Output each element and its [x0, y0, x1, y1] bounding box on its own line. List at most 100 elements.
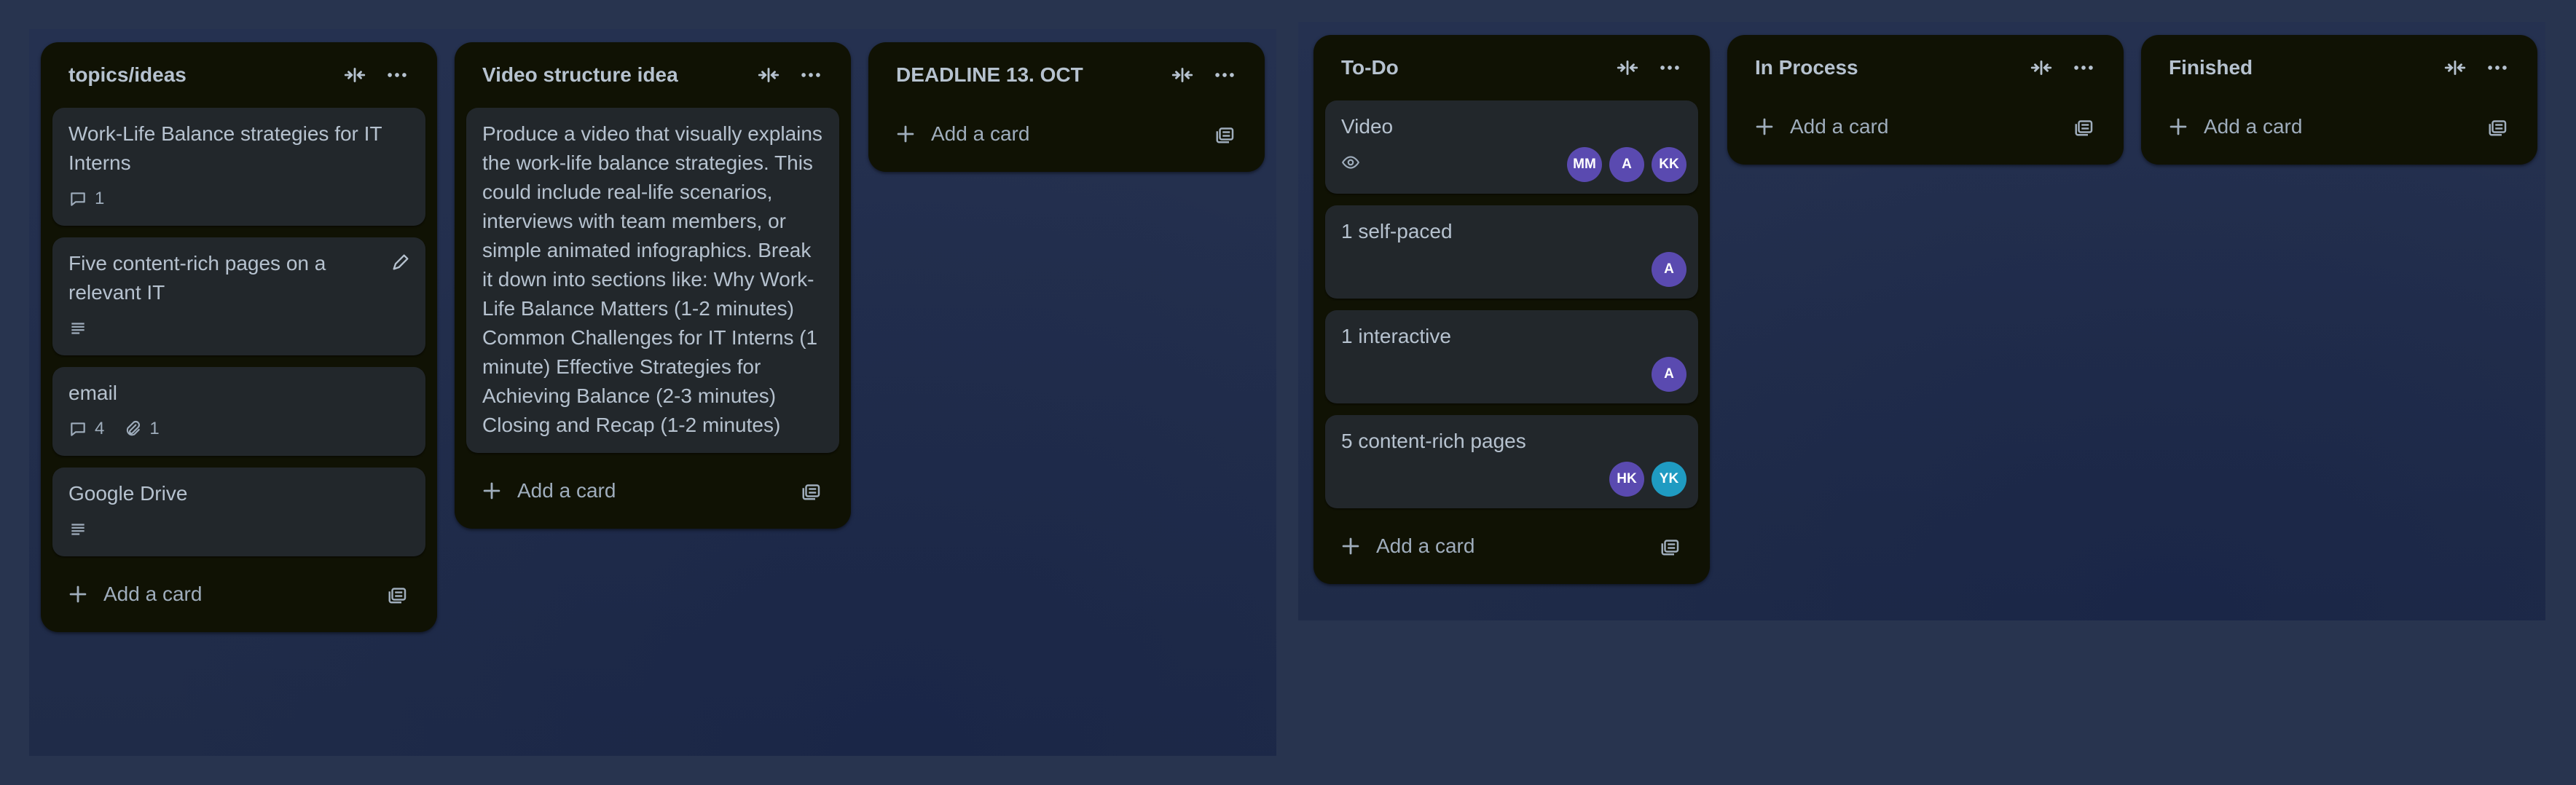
- more-options-icon[interactable]: [376, 54, 418, 96]
- list-video-structure-idea: Video structure idea Produce a video tha…: [455, 42, 851, 529]
- add-card-button[interactable]: Add a card: [1325, 520, 1698, 572]
- list-deadline: DEADLINE 13. OCT Add a card: [868, 42, 1265, 172]
- card-self-paced[interactable]: 1 self-paced A: [1325, 205, 1698, 299]
- card-five-content-pages[interactable]: Five content-rich pages on a relevant IT: [52, 237, 425, 355]
- list-header: In Process: [1739, 35, 2112, 100]
- add-card-label: Add a card: [517, 479, 616, 502]
- card-work-life-balance[interactable]: Work-Life Balance strategies for IT Inte…: [52, 108, 425, 226]
- collapse-icon[interactable]: [1606, 47, 1649, 89]
- list-title[interactable]: In Process: [1755, 56, 2020, 79]
- list-header: DEADLINE 13. OCT: [880, 42, 1253, 108]
- paperclip-icon: [127, 420, 141, 436]
- more-options-icon[interactable]: [2476, 47, 2518, 89]
- pencil-icon[interactable]: [390, 252, 411, 272]
- watch-badge: [1341, 153, 1360, 172]
- card-members: HK YK: [1609, 462, 1686, 497]
- description-icon: [71, 323, 85, 334]
- add-card-label: Add a card: [2204, 115, 2303, 138]
- card-title: 1 self-paced: [1341, 220, 1453, 242]
- list-title[interactable]: To-Do: [1341, 56, 1606, 79]
- more-options-icon[interactable]: [790, 54, 832, 96]
- card-title: 5 content-rich pages: [1341, 430, 1526, 452]
- card-members: MM A KK: [1567, 147, 1686, 182]
- card-members: A: [1652, 252, 1686, 287]
- card-title: Five content-rich pages on a relevant IT: [68, 252, 326, 304]
- description-badge: [68, 520, 87, 539]
- card-email[interactable]: email 4 1: [52, 367, 425, 456]
- add-card-label: Add a card: [103, 583, 203, 605]
- comment-icon: [71, 192, 85, 206]
- avatar[interactable]: A: [1609, 147, 1644, 182]
- card-video[interactable]: Video MM A KK: [1325, 100, 1698, 194]
- list-header: Finished: [2153, 35, 2526, 100]
- card-template-icon[interactable]: [376, 572, 420, 616]
- collapse-icon[interactable]: [2434, 47, 2476, 89]
- card-template-icon[interactable]: [2476, 105, 2520, 149]
- comment-badge: 4: [68, 419, 104, 439]
- eye-icon: [1341, 156, 1360, 169]
- plus-icon: [69, 585, 87, 603]
- list-header: topics/ideas: [52, 42, 425, 108]
- plus-icon: [897, 125, 914, 143]
- description-icon: [71, 524, 85, 535]
- more-options-icon[interactable]: [1649, 47, 1691, 89]
- card-template-icon[interactable]: [790, 469, 833, 513]
- card-members: A: [1652, 357, 1686, 392]
- plus-icon: [483, 482, 500, 500]
- card-badges: 4 1: [68, 415, 409, 443]
- avatar[interactable]: KK: [1652, 147, 1686, 182]
- list-to-do: To-Do Video MM A KK 1 self-paced A 1 int…: [1313, 35, 1710, 584]
- description-badge: [68, 319, 87, 338]
- add-card-label: Add a card: [1790, 115, 1889, 138]
- card-title: 1 interactive: [1341, 325, 1451, 347]
- card-badges: [68, 516, 409, 543]
- card-title: Work-Life Balance strategies for IT Inte…: [68, 122, 382, 174]
- list-title[interactable]: topics/ideas: [68, 63, 334, 87]
- plus-icon: [1756, 118, 1773, 135]
- card-interactive[interactable]: 1 interactive A: [1325, 310, 1698, 403]
- card-google-drive[interactable]: Google Drive: [52, 468, 425, 556]
- list-finished: Finished Add a card: [2141, 35, 2537, 165]
- card-template-icon[interactable]: [1203, 112, 1247, 156]
- comment-icon: [71, 422, 85, 436]
- collapse-icon[interactable]: [2020, 47, 2062, 89]
- list-header: Video structure idea: [466, 42, 839, 108]
- card-template-icon[interactable]: [1649, 524, 1692, 568]
- attachment-badge: 1: [123, 419, 160, 439]
- card-template-icon[interactable]: [2062, 105, 2106, 149]
- list-in-process: In Process Add a card: [1727, 35, 2124, 165]
- add-card-button[interactable]: Add a card: [466, 465, 839, 517]
- attachment-count: 1: [149, 419, 160, 438]
- list-title[interactable]: Finished: [2169, 56, 2434, 79]
- list-header: To-Do: [1325, 35, 1698, 100]
- collapse-icon[interactable]: [747, 54, 790, 96]
- add-card-button[interactable]: Add a card: [880, 108, 1253, 160]
- card-content-rich-pages[interactable]: 5 content-rich pages HK YK: [1325, 415, 1698, 508]
- card-title: Google Drive: [68, 482, 188, 505]
- list-topics-ideas: topics/ideas Work-Life Balance strategie…: [41, 42, 437, 632]
- add-card-label: Add a card: [1376, 534, 1475, 557]
- more-options-icon[interactable]: [1203, 54, 1246, 96]
- comment-count: 4: [95, 419, 105, 438]
- avatar[interactable]: YK: [1652, 462, 1686, 497]
- avatar[interactable]: A: [1652, 252, 1686, 287]
- list-title[interactable]: DEADLINE 13. OCT: [896, 63, 1161, 87]
- avatar[interactable]: A: [1652, 357, 1686, 392]
- comment-count: 1: [95, 189, 105, 208]
- collapse-icon[interactable]: [1161, 54, 1203, 96]
- add-card-button[interactable]: Add a card: [2153, 100, 2526, 153]
- card-video-plan[interactable]: Produce a video that visually explains t…: [466, 108, 839, 453]
- card-title: Produce a video that visually explains t…: [482, 122, 822, 436]
- avatar[interactable]: HK: [1609, 462, 1644, 497]
- card-title: email: [68, 382, 117, 404]
- more-options-icon[interactable]: [2062, 47, 2105, 89]
- add-card-button[interactable]: Add a card: [52, 568, 425, 620]
- collapse-icon[interactable]: [334, 54, 376, 96]
- card-title: Video: [1341, 115, 1394, 138]
- list-title[interactable]: Video structure idea: [482, 63, 747, 87]
- avatar[interactable]: MM: [1567, 147, 1602, 182]
- add-card-button[interactable]: Add a card: [1739, 100, 2112, 153]
- card-badges: [68, 315, 409, 342]
- plus-icon: [2169, 118, 2187, 135]
- comment-badge: 1: [68, 189, 104, 209]
